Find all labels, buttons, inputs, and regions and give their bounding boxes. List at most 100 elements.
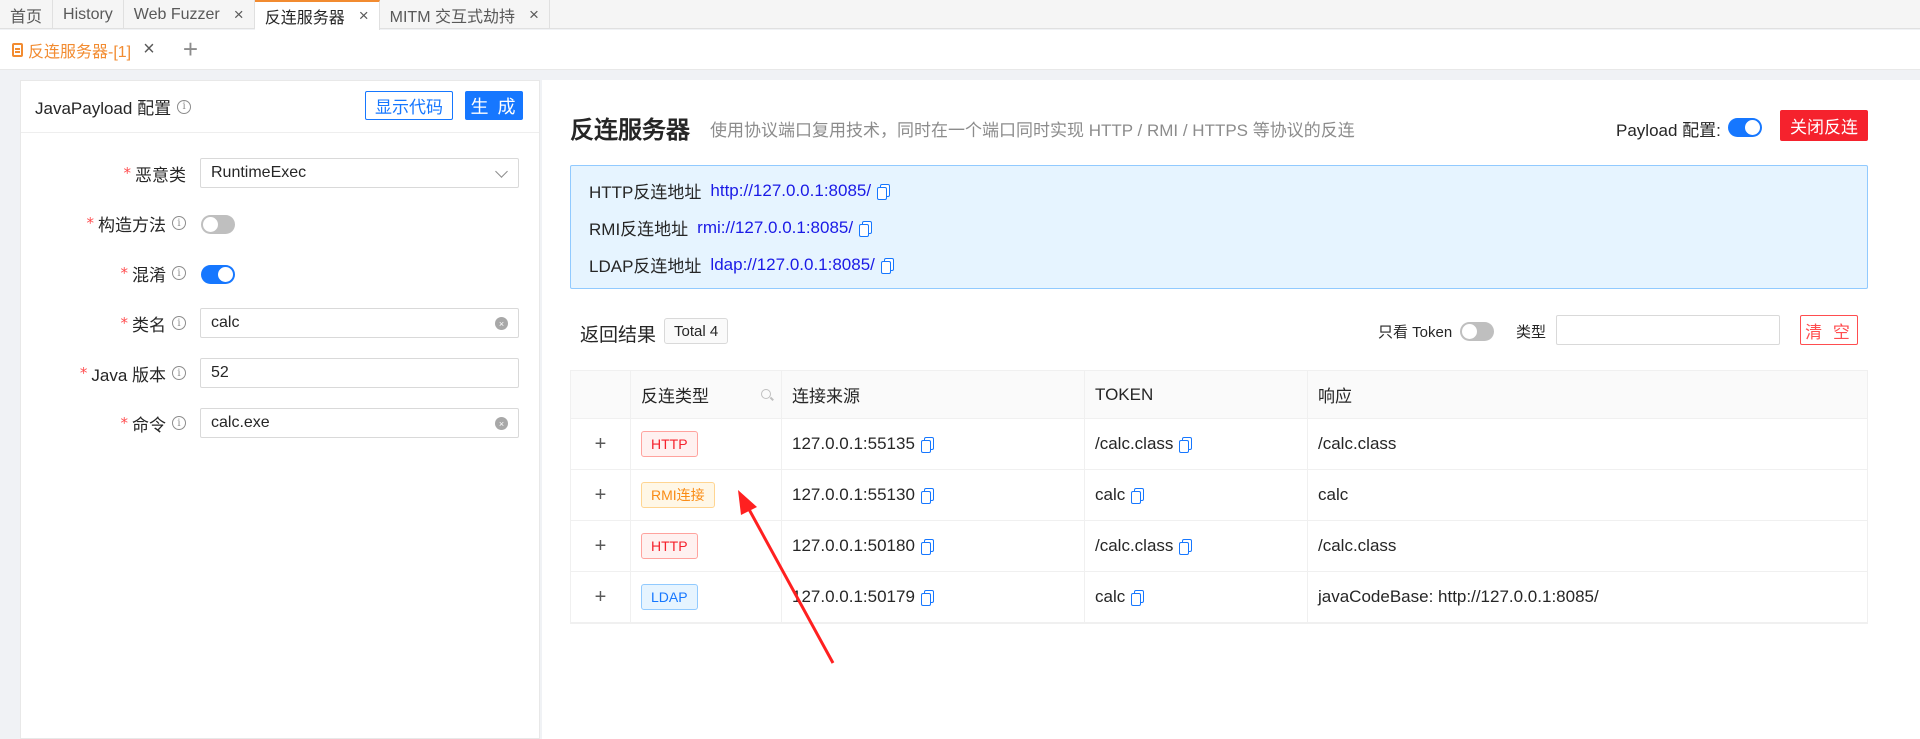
expand-cell: +: [571, 470, 631, 520]
ldap-address-link[interactable]: ldap://127.0.0.1:8085/: [710, 255, 874, 275]
tab-history[interactable]: History: [53, 0, 124, 29]
search-icon[interactable]: [761, 389, 771, 399]
source-cell: 127.0.0.1:55135: [782, 419, 1085, 469]
show-code-button[interactable]: 显示代码: [365, 91, 453, 120]
address-box: HTTP反连地址 http://127.0.0.1:8085/ RMI反连地址 …: [570, 165, 1868, 289]
close-icon[interactable]: ×: [359, 6, 369, 26]
table-row[interactable]: + HTTP 127.0.0.1:50180 /calc.class /calc…: [571, 521, 1867, 572]
class-name-label: 类名: [132, 315, 166, 335]
source-value: 127.0.0.1:55130: [792, 485, 915, 504]
constructor-label: 构造方法: [98, 215, 166, 235]
copy-icon[interactable]: [1131, 488, 1145, 504]
malicious-class-select[interactable]: RuntimeExec: [200, 158, 519, 188]
copy-icon[interactable]: [920, 488, 934, 504]
expand-cell: +: [571, 419, 631, 469]
http-address-label: HTTP反连地址: [589, 183, 702, 202]
close-reverse-button[interactable]: 关闭反连: [1780, 110, 1868, 141]
constructor-toggle[interactable]: [201, 215, 235, 234]
column-header-source: 连接来源: [782, 371, 1085, 418]
form-row-command: * 命令 i calc.exe ×: [21, 407, 541, 439]
token-cell: /calc.class: [1085, 521, 1308, 571]
table-row[interactable]: + LDAP 127.0.0.1:50179 calc javaCodeBase…: [571, 572, 1867, 623]
copy-icon[interactable]: [920, 539, 934, 555]
sub-tab-reverse-server-1[interactable]: 反连服务器-[1] ×: [0, 30, 167, 70]
java-payload-config-panel: JavaPayload 配置 i 显示代码 生 成 * 恶意类 RuntimeEx…: [20, 80, 540, 739]
table-header: 反连类型 连接来源 TOKEN 响应: [571, 371, 1867, 419]
token-only-toggle[interactable]: [1460, 322, 1494, 341]
required-mark: *: [120, 264, 129, 282]
clear-icon[interactable]: ×: [495, 417, 508, 430]
command-label: 命令: [132, 415, 166, 435]
form-row-class-name: * 类名 i calc ×: [21, 307, 541, 339]
token-cell: /calc.class: [1085, 419, 1308, 469]
class-name-input[interactable]: calc ×: [200, 308, 519, 338]
table-row[interactable]: + HTTP 127.0.0.1:55135 /calc.class /calc…: [571, 419, 1867, 470]
generate-button[interactable]: 生 成: [465, 91, 523, 120]
results-table: 反连类型 连接来源 TOKEN 响应 + HTTP 127.0.0.1:5513…: [570, 370, 1868, 624]
expand-icon[interactable]: +: [595, 535, 607, 558]
form-row-constructor: * 构造方法 i: [21, 207, 541, 239]
reverse-server-panel: 反连服务器 使用协议端口复用技术，同时在一个端口同时实现 HTTP / RMI …: [542, 80, 1920, 739]
close-icon[interactable]: ×: [234, 5, 244, 25]
chevron-down-icon: [495, 165, 508, 178]
total-badge: Total 4: [664, 318, 729, 344]
form-row-java-version: * Java 版本 i 52: [21, 357, 541, 389]
toggle-knob: [1462, 324, 1477, 339]
type-cell: RMI连接: [631, 470, 782, 520]
column-header-type: 反连类型: [631, 371, 782, 418]
expand-icon[interactable]: +: [595, 586, 607, 609]
copy-icon[interactable]: [920, 590, 934, 606]
close-icon[interactable]: ×: [529, 5, 539, 25]
tab-home[interactable]: 首页: [0, 0, 54, 29]
page-title: 反连服务器: [570, 117, 690, 144]
tab-reverse-server-label: 反连服务器: [264, 10, 345, 27]
tab-reverse-server[interactable]: 反连服务器 ×: [254, 0, 380, 30]
java-version-input[interactable]: 52: [200, 358, 519, 388]
close-icon[interactable]: ×: [143, 38, 155, 61]
clear-icon[interactable]: ×: [495, 317, 508, 330]
type-filter-input[interactable]: [1556, 315, 1780, 345]
copy-icon[interactable]: [880, 257, 894, 274]
obfuscate-label: 混淆: [132, 265, 166, 285]
column-header-response: 响应: [1308, 371, 1867, 418]
required-mark: *: [123, 164, 132, 182]
copy-icon[interactable]: [1179, 437, 1193, 453]
results-label: 返回结果: [580, 325, 657, 346]
required-mark: *: [79, 364, 88, 382]
type-cell: HTTP: [631, 521, 782, 571]
obfuscate-toggle[interactable]: [201, 265, 235, 284]
copy-icon[interactable]: [920, 437, 934, 453]
tab-web-fuzzer[interactable]: Web Fuzzer ×: [124, 0, 255, 29]
java-version-label: Java 版本: [91, 365, 166, 385]
table-row[interactable]: + RMI连接 127.0.0.1:55130 calc calc: [571, 470, 1867, 521]
malicious-class-label: 恶意类: [135, 165, 186, 185]
add-tab-button[interactable]: +: [183, 34, 198, 65]
type-tag: RMI连接: [641, 482, 715, 508]
required-mark: *: [120, 314, 129, 332]
command-input[interactable]: calc.exe ×: [200, 408, 519, 438]
token-value: calc: [1095, 587, 1126, 606]
rmi-address-link[interactable]: rmi://127.0.0.1:8085/: [697, 218, 853, 238]
ldap-address-label: LDAP反连地址: [589, 257, 702, 276]
java-version-value: 52: [211, 364, 229, 381]
copy-icon[interactable]: [877, 183, 891, 200]
type-tag: LDAP: [641, 584, 698, 610]
response-cell: javaCodeBase: http://127.0.0.1:8085/: [1308, 572, 1867, 622]
tab-mitm[interactable]: MITM 交互式劫持 ×: [380, 0, 550, 29]
tab-mitm-label: MITM 交互式劫持: [389, 8, 515, 26]
response-value: /calc.class: [1318, 536, 1397, 555]
payload-config-toggle[interactable]: [1728, 118, 1762, 137]
copy-icon[interactable]: [859, 220, 873, 237]
expand-icon[interactable]: +: [595, 433, 607, 456]
expand-icon[interactable]: +: [595, 484, 607, 507]
form-row-malicious-class: * 恶意类 RuntimeExec: [21, 157, 541, 189]
toggle-knob: [1745, 120, 1760, 135]
clear-button[interactable]: 清 空: [1800, 315, 1858, 345]
column-header-token: TOKEN: [1085, 371, 1308, 418]
copy-icon[interactable]: [1179, 539, 1193, 555]
info-icon: i: [172, 266, 186, 280]
copy-icon[interactable]: [1131, 590, 1145, 606]
info-icon: i: [172, 366, 186, 380]
http-address-link[interactable]: http://127.0.0.1:8085/: [710, 181, 871, 201]
page-subtitle: 使用协议端口复用技术，同时在一个端口同时实现 HTTP / RMI / HTTP…: [710, 121, 1355, 140]
